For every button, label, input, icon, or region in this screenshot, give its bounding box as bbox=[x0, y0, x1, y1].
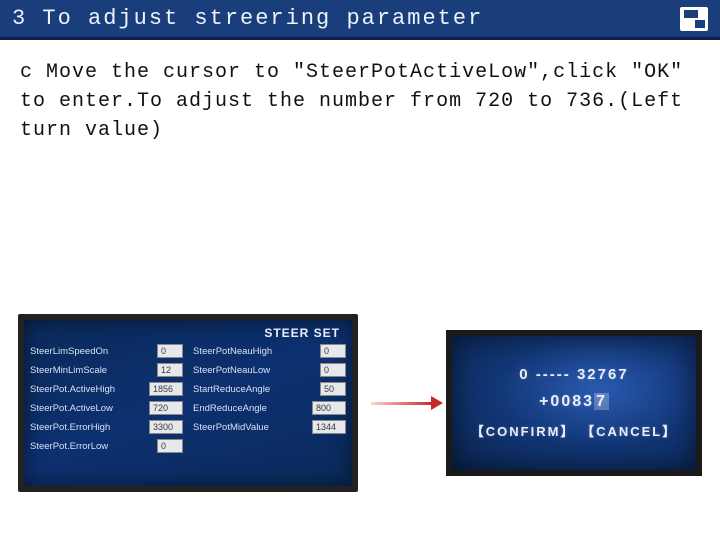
param-label: StartReduceAngle bbox=[193, 384, 320, 395]
param-row[interactable]: SteerPot.ErrorLow 0 bbox=[30, 439, 183, 453]
param-row[interactable]: SteerPot.ActiveLow 720 bbox=[30, 401, 183, 415]
param-row[interactable]: SteerLimSpeedOn 0 bbox=[30, 344, 183, 358]
instruction-text: c Move the cursor to "SteerPotActiveLow"… bbox=[0, 40, 720, 145]
param-row[interactable]: SteerPotMidValue 1344 bbox=[193, 420, 346, 434]
param-value[interactable]: 800 bbox=[312, 401, 346, 415]
param-label: SteerMinLimScale bbox=[30, 365, 157, 376]
param-value[interactable]: 12 bbox=[157, 363, 183, 377]
steer-set-title: STEER SET bbox=[30, 326, 340, 340]
param-value[interactable]: 720 bbox=[149, 401, 183, 415]
param-value[interactable]: 1856 bbox=[149, 382, 183, 396]
param-label: SteerPot.ActiveHigh bbox=[30, 384, 149, 395]
param-value[interactable]: 0 bbox=[320, 344, 346, 358]
param-label: EndReduceAngle bbox=[193, 403, 312, 414]
param-col-right: SteerPotNeauHigh 0 SteerPotNeauLow 0 Sta… bbox=[193, 344, 346, 458]
range-max: 32767 bbox=[577, 366, 629, 383]
param-label: SteerPot.ErrorHigh bbox=[30, 422, 149, 433]
edit-buttons: 【CONFIRM】 【CANCEL】 bbox=[471, 421, 677, 440]
slide-header: 3 To adjust streering parameter bbox=[0, 0, 720, 40]
param-label: SteerPotNeauLow bbox=[193, 365, 320, 376]
range-line: 0 ----- 32767 bbox=[519, 366, 628, 383]
param-value[interactable]: 0 bbox=[157, 439, 183, 453]
param-value[interactable]: 1344 bbox=[312, 420, 346, 434]
steer-set-panel: STEER SET SteerLimSpeedOn 0 SteerMinLimS… bbox=[18, 314, 358, 492]
param-value[interactable]: 50 bbox=[320, 382, 346, 396]
range-separator: ----- bbox=[536, 366, 571, 383]
param-row[interactable]: SteerPot.ErrorHigh 3300 bbox=[30, 420, 183, 434]
param-row[interactable]: SteerPotNeauLow 0 bbox=[193, 363, 346, 377]
confirm-button[interactable]: 【CONFIRM】 bbox=[471, 424, 576, 439]
param-row[interactable]: SteerMinLimScale 12 bbox=[30, 363, 183, 377]
edit-value-prefix: +0083 bbox=[539, 393, 594, 410]
param-label: SteerPot.ErrorLow bbox=[30, 441, 157, 452]
param-value[interactable]: 3300 bbox=[149, 420, 183, 434]
panels-row: STEER SET SteerLimSpeedOn 0 SteerMinLimS… bbox=[18, 314, 702, 492]
param-label: SteerLimSpeedOn bbox=[30, 346, 157, 357]
brand-logo-icon bbox=[680, 7, 708, 31]
param-label: SteerPotNeauHigh bbox=[193, 346, 320, 357]
arrow-icon bbox=[358, 402, 446, 405]
slide-title: 3 To adjust streering parameter bbox=[12, 6, 483, 31]
param-label: SteerPot.ActiveLow bbox=[30, 403, 149, 414]
param-label: SteerPotMidValue bbox=[193, 422, 312, 433]
param-row[interactable]: StartReduceAngle 50 bbox=[193, 382, 346, 396]
param-row[interactable]: EndReduceAngle 800 bbox=[193, 401, 346, 415]
range-min: 0 bbox=[519, 366, 529, 383]
param-row[interactable]: SteerPotNeauHigh 0 bbox=[193, 344, 346, 358]
value-edit-panel: 0 ----- 32767 +00837 【CONFIRM】 【CANCEL】 bbox=[446, 330, 702, 476]
edit-value-selected-digit[interactable]: 7 bbox=[594, 393, 609, 410]
edit-value[interactable]: +00837 bbox=[539, 393, 609, 411]
param-value[interactable]: 0 bbox=[320, 363, 346, 377]
param-row[interactable]: SteerPot.ActiveHigh 1856 bbox=[30, 382, 183, 396]
param-col-left: SteerLimSpeedOn 0 SteerMinLimScale 12 St… bbox=[30, 344, 183, 458]
param-value[interactable]: 0 bbox=[157, 344, 183, 358]
cancel-button[interactable]: 【CANCEL】 bbox=[581, 424, 677, 439]
